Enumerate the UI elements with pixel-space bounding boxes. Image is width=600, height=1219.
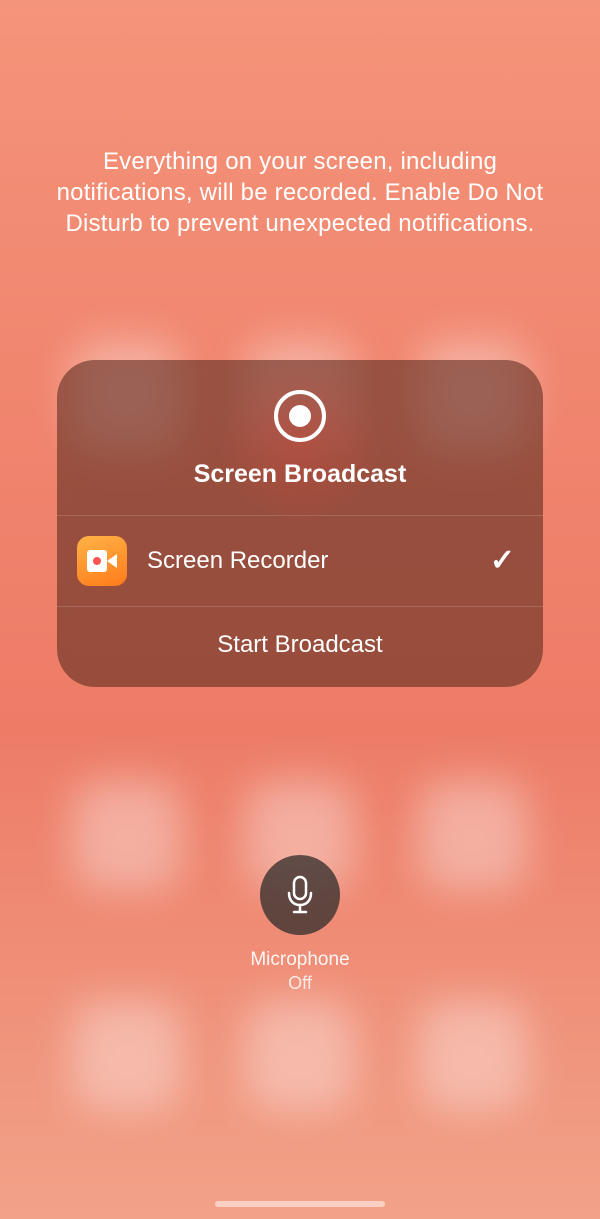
screen-recorder-app-icon (77, 536, 127, 586)
panel-title: Screen Broadcast (194, 460, 407, 489)
recording-info-text: Everything on your screen, including not… (0, 146, 600, 240)
panel-header: Screen Broadcast (57, 360, 543, 515)
broadcast-app-row[interactable]: Screen Recorder ✓ (57, 516, 543, 606)
microphone-icon (284, 875, 316, 915)
home-indicator[interactable] (215, 1201, 385, 1207)
checkmark-icon: ✓ (490, 543, 515, 578)
app-label: Screen Recorder (147, 547, 470, 575)
start-broadcast-button[interactable]: Start Broadcast (57, 607, 543, 687)
microphone-label: Microphone (250, 949, 349, 971)
record-icon (274, 390, 326, 442)
start-broadcast-label: Start Broadcast (217, 631, 382, 658)
microphone-status: Off (288, 973, 312, 994)
microphone-section: Microphone Off (250, 855, 349, 994)
microphone-toggle-button[interactable] (260, 855, 340, 935)
broadcast-panel: Screen Broadcast Screen Recorder ✓ Start… (57, 360, 543, 687)
